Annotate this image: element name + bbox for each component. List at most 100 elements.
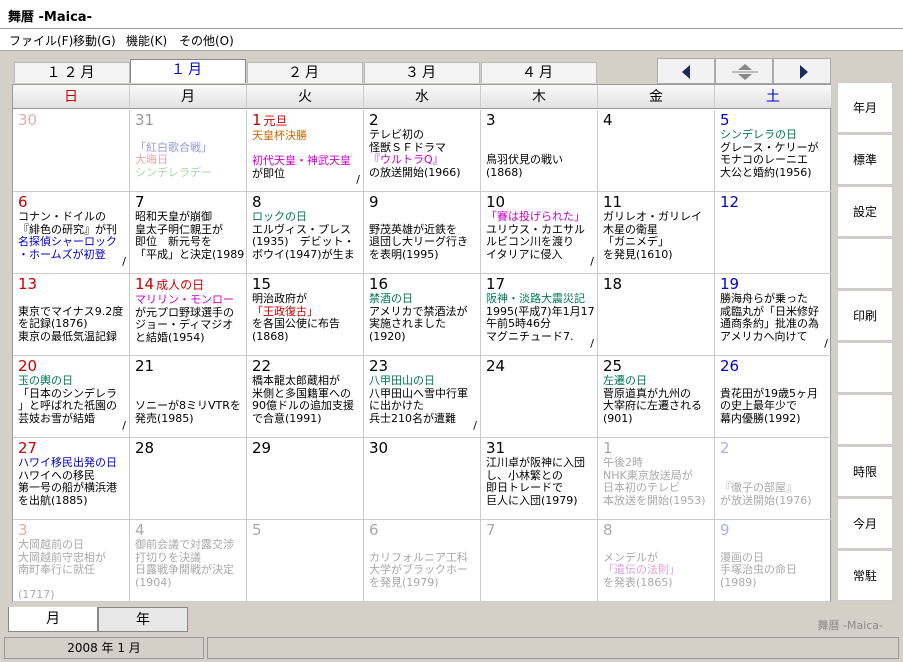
day-cell[interactable]: 1 午後2時 NHK東京放送局が 日本初のテレビ 本放送を開始(1953) [598,438,715,520]
day-number-text: 8 [603,521,613,539]
menu-file[interactable]: ファイル(F) [9,32,73,49]
event-line: 午前5時46分 [486,317,551,330]
event-line: 八甲田山の日 [369,374,435,387]
day-cell[interactable]: 6 カリフォルニア工科 大学がブラックホー を発見(1979) [364,520,481,602]
day-number-text: 26 [720,357,740,375]
day-cell[interactable]: 30 [13,110,130,192]
day-cell[interactable]: 28 [130,438,247,520]
day-cell[interactable]: 5 シンデレラの日 グレース・ケリーが モナコのレーニエ 大公と婚約(1956) [715,110,832,192]
day-cell[interactable]: 11 ガリレオ・ガリレイ 木星の衛星 「ガニメデ」 を発見(1610) [598,192,715,274]
day-number: 23 [369,358,480,375]
day-number: 29 [252,440,363,457]
tab-april[interactable]: ４月 [481,62,597,83]
menu-function[interactable]: 機能(K) [126,32,167,49]
day-cell[interactable]: 8 ロックの日 エルヴィス・プレス (1935) デビット・ ボウイ(1947)が生ま [247,192,364,274]
day-number: 6 [369,522,480,539]
day-cell[interactable]: 13 東京でマイナス9.2度 を記録(1876) 東京の最低気温記録 [13,274,130,356]
event-line [135,129,246,142]
day-number-text: 30 [369,439,389,457]
day-cell[interactable]: 15 明治政府が 「王政復古」 を各国公使に布告 (1868) [247,274,364,356]
weekday-header-2: 火 [247,85,364,109]
day-cell[interactable]: 10 「賽は投げられた」 ユリウス・カエサル ルビコン川を渡り イタリアに侵入 / [481,192,598,274]
event-line: 『ウルトラQ』 [369,153,444,166]
sidebar-blank-2[interactable] [837,342,893,393]
day-cell[interactable]: 16 禁酒の日 アメリカで禁酒法が 実施されました (1920) [364,274,481,356]
day-cell[interactable]: 26 貴花田が19歳5ヶ月 の史上最年少で 幕内優勝(1992) [715,356,832,438]
event-line: ハワイ移民出発の日 [18,456,117,469]
resident-button[interactable]: 常駐 [837,550,893,601]
event-line: 即位 新元号を [135,235,212,248]
day-cell[interactable]: 31 江川卓が阪神に入団 し、小林繁との 即日トレードで 巨人に入団(1979) [481,438,598,520]
event-line [720,457,831,470]
day-cell[interactable]: 9 漫画の日 手塚治虫の命日 (1989) [715,520,832,602]
day-cell[interactable]: 2 テレビ初の 怪獣ＳＦドラマ 『ウルトラQ』 の放送開始(1966) [364,110,481,192]
settings-button[interactable]: 設定 [837,186,893,237]
more-marker: / [473,419,477,432]
event-line: 明治政府が [252,292,307,305]
menu-move[interactable]: 移動(G) [73,32,116,49]
tab-year-view[interactable]: 年 [98,607,188,632]
day-number: 12 [720,194,831,211]
event-line: で合意(1991) [252,411,322,425]
day-cell[interactable]: 3 大岡越前の日 大岡越前守忠相が 南町奉行に就任 (1717) [13,520,130,602]
day-cell[interactable]: 23 八甲田山の日 八甲田山へ雪中行軍 に出かけた 兵士210名が遭難 / [364,356,481,438]
day-cell[interactable]: 20 玉の輿の日 「日本のシンデレラ 」と呼ばれた祇園の 芸妓お雪が結婚 / [13,356,130,438]
event-line [720,375,831,388]
standard-button[interactable]: 標準 [837,134,893,185]
time-limit-button[interactable]: 時限 [837,446,893,497]
day-cell[interactable]: 9 野茂英雄が近鉄を 退団し大リーグ行き を表明(1995) [364,192,481,274]
prev-month-button[interactable] [657,58,715,84]
day-number: 2 [369,112,480,129]
day-cell[interactable]: 30 [364,438,481,520]
tab-january[interactable]: １月 [130,59,246,83]
sidebar-blank-1[interactable] [837,238,893,289]
print-button[interactable]: 印刷 [837,290,893,341]
day-cell[interactable]: 21 ソニーが8ミリVTRを 発売(1985) [130,356,247,438]
day-cell[interactable]: 25 左遷の日 菅原道真が九州の 大宰府に左遷される (901) [598,356,715,438]
day-cell[interactable]: 1 元旦 天皇杯決勝 初代天皇・神武天皇 が即位 / [247,110,364,192]
this-month-button[interactable]: 今月 [837,498,893,549]
day-cell[interactable]: 24 [481,356,598,438]
day-cell[interactable]: 8 メンデルが 「遺伝の法則」 を発表(1865) [598,520,715,602]
event-line: (1935) デビット・ [252,235,355,248]
day-cell[interactable]: 22 橋本龍太郎蔵相が 米側と多国籍軍への 90億ドルの追加支援 で合意(1991) [247,356,364,438]
day-number: 26 [720,358,831,375]
event-line: 芸妓お雪が結婚 [18,411,95,425]
event-line: (901) [603,411,633,425]
next-month-button[interactable] [773,58,831,84]
current-month-button[interactable] [715,58,773,84]
day-cell[interactable]: 18 [598,274,715,356]
day-cell[interactable]: 2 『徹子の部屋』 が放送開始(1976) [715,438,832,520]
menu-other[interactable]: その他(O) [179,32,234,49]
day-number-text: 28 [135,439,155,457]
tab-month-view[interactable]: 月 [8,607,98,632]
day-cell[interactable]: 14 成人の日 マリリン・モンロー が元プロ野球選手の ジョー・ディマジオ と結婚(195… [130,274,247,356]
day-cell[interactable]: 4 [598,110,715,192]
year-month-button[interactable]: 年月 [837,82,893,133]
event-line: 兵士210名が遭難 [369,411,456,425]
event-line: (1989) [720,575,757,589]
day-cell[interactable]: 29 [247,438,364,520]
tab-december[interactable]: １２月 [14,62,130,83]
day-cell[interactable]: 12 [715,192,832,274]
day-number-text: 2 [369,111,379,129]
day-cell[interactable]: 19 勝海舟らが乗った 咸臨丸が「日米修好 通商条約」批准の為 アメリカへ向けて / [715,274,832,356]
sidebar-blank-3[interactable] [837,394,893,445]
day-number-text: 1 [603,439,613,457]
day-cell[interactable]: 4 御前会議で対露交渉 打切りを決議 日露戦争開戦が決定 (1904) [130,520,247,602]
day-cell[interactable]: 3 鳥羽伏見の戦い (1868) [481,110,598,192]
day-cell[interactable]: 7 昭和天皇が崩御 皇太子明仁親王が 即位 新元号を 「平成」と決定(1989 [130,192,247,274]
event-line: 天皇杯決勝 [252,129,307,142]
event-line: 大学がブラックホー [369,563,468,576]
day-cell[interactable]: 5 [247,520,364,602]
event-line: 手塚治虫の命日 [720,563,797,576]
day-cell[interactable]: 27 ハワイ移民出発の日 ハワイへの移民 第一号の船が横浜港 を出航(1885) [13,438,130,520]
day-number-text: 24 [486,357,506,375]
day-cell[interactable]: 31 「紅白歌合戦」 大晦日 シンデレラデー [130,110,247,192]
arrow-right-icon [800,65,808,79]
tab-march[interactable]: ３月 [364,62,480,83]
day-cell[interactable]: 17 阪神・淡路大震災記 1995(平成7)年1月17 午前5時46分 マグニチュード7… [481,274,598,356]
day-cell[interactable]: 6 コナン・ドイルの 『緋色の研究』が刊 名探偵シャーロック ・ホームズが初登 / [13,192,130,274]
day-cell[interactable]: 7 [481,520,598,602]
tab-february[interactable]: ２月 [247,62,363,83]
